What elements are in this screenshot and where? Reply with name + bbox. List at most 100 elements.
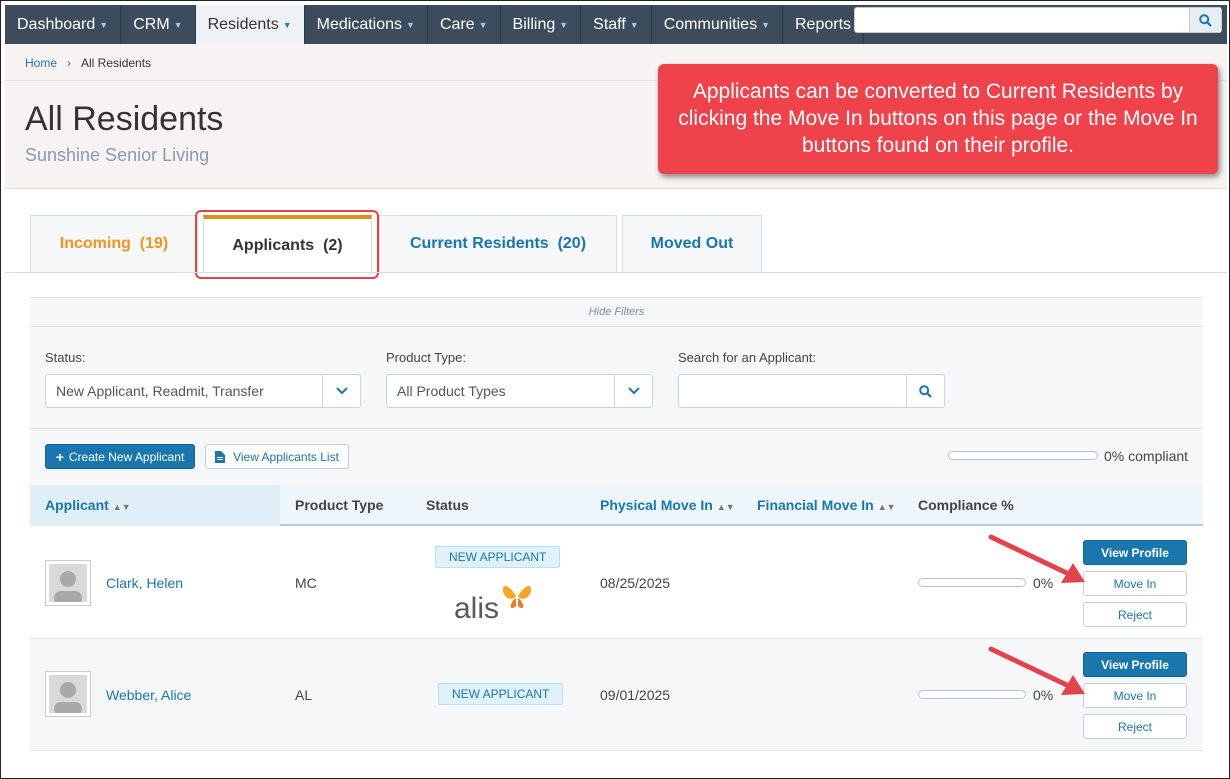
tab-current-residents-label: Current Residents <box>409 235 549 252</box>
annotation-arrow <box>988 646 1085 695</box>
nav-communities[interactable]: Communities ▼ <box>652 5 783 44</box>
nav-dashboard-label: Dashboard <box>17 15 96 33</box>
applicant-search-input[interactable] <box>689 375 904 407</box>
chevron-down-icon: ▼ <box>173 19 183 30</box>
nav-staff[interactable]: Staff ▼ <box>581 5 652 44</box>
search-button[interactable] <box>1189 8 1221 32</box>
tab-incoming-count: (19) <box>139 235 169 252</box>
filters-divider <box>30 428 1203 429</box>
column-physical-move-in[interactable]: Physical Move In ▲▼ <box>600 485 735 528</box>
sort-icon: ▲▼ <box>877 502 896 512</box>
page-title: All Residents <box>25 100 224 138</box>
community-name: Sunshine Senior Living <box>25 145 210 165</box>
applicant-search-label: Search for an Applicant: <box>678 350 817 365</box>
product-type-filter-label: Product Type: <box>386 350 466 365</box>
nav-medications-label: Medications <box>316 15 403 33</box>
sort-icon: ▲▼ <box>716 502 735 512</box>
applicant-name-link[interactable]: Webber, Alice <box>106 687 191 703</box>
plus-icon: + <box>55 448 64 465</box>
nav-reports-label: Reports <box>794 15 852 33</box>
applicant-search-field <box>678 374 945 408</box>
alis-logo-text: alis <box>454 592 499 624</box>
create-new-applicant-label: Create New Applicant <box>68 449 185 464</box>
tabs-divider <box>5 272 1227 273</box>
product-type-filter-select[interactable]: All Product Types <box>386 374 653 408</box>
chevron-down-icon <box>614 375 652 407</box>
filters-panel: Hide Filters Status: New Applicant, Read… <box>30 297 1203 485</box>
chevron-down-icon: ▼ <box>559 19 569 30</box>
nav-residents-label: Residents <box>207 15 279 33</box>
nav-reports[interactable]: Reports <box>783 5 865 44</box>
chevron-down-icon: ▼ <box>629 19 639 30</box>
column-physical-move-in-label: Physical Move In <box>600 497 713 513</box>
search-icon <box>919 384 932 398</box>
status-filter-label: Status: <box>45 350 86 365</box>
annotation-arrow <box>988 534 1085 583</box>
global-search-input[interactable] <box>855 8 1189 32</box>
applicant-search-button[interactable] <box>906 375 944 407</box>
nav-staff-label: Staff <box>593 15 626 33</box>
breadcrumb-current: All Residents <box>81 56 152 70</box>
table-header: Applicant ▲▼ Product Type Status Physical… <box>30 485 1203 526</box>
person-icon <box>54 571 82 602</box>
status-badge: NEW APPLICANT <box>435 546 561 568</box>
tab-incoming-label: Incoming <box>59 235 131 252</box>
view-applicants-list-label: View Applicants List <box>233 449 339 464</box>
reject-button[interactable]: Reject <box>1083 714 1187 739</box>
create-new-applicant-button[interactable]: + Create New Applicant <box>45 444 195 469</box>
chevron-down-icon: ▼ <box>406 19 415 30</box>
annotation-callout: Applicants can be converted to Current R… <box>658 64 1218 174</box>
chevron-down-icon: ▼ <box>282 19 292 30</box>
breadcrumb-home[interactable]: Home <box>25 56 57 70</box>
chevron-down-icon: ▼ <box>99 19 109 30</box>
product-type-cell: MC <box>295 575 317 591</box>
chevron-down-icon: ▼ <box>761 19 770 30</box>
tab-current-residents-count: (20) <box>557 235 587 252</box>
global-search <box>854 7 1222 33</box>
person-icon <box>54 682 82 713</box>
overall-compliance-bar <box>948 451 1098 460</box>
nav-billing-label: Billing <box>512 15 556 33</box>
chevron-down-icon: ▼ <box>478 19 488 30</box>
alis-logo: alis <box>454 585 532 624</box>
annotation-highlight-box <box>195 210 379 279</box>
reject-button[interactable]: Reject <box>1083 602 1187 627</box>
avatar <box>45 560 91 606</box>
physical-move-in-cell: 09/01/2025 <box>600 687 671 703</box>
product-type-cell: AL <box>295 687 313 703</box>
tab-current-residents[interactable]: Current Residents (20) <box>379 215 617 272</box>
column-compliance: Compliance % <box>918 497 1014 513</box>
product-type-filter-value: All Product Types <box>397 383 506 399</box>
column-financial-move-in[interactable]: Financial Move In ▲▼ <box>757 485 896 528</box>
document-icon <box>215 450 226 463</box>
overall-compliance-text: 0% compliant <box>1104 448 1189 464</box>
status-filter-select[interactable]: New Applicant, Readmit, Transfer <box>45 374 361 408</box>
tab-moved-out[interactable]: Moved Out <box>622 215 762 272</box>
chevron-right-icon: › <box>67 56 72 70</box>
nav-medications[interactable]: Medications ▼ <box>305 5 428 44</box>
avatar <box>45 671 91 717</box>
column-status: Status <box>426 497 469 513</box>
nav-billing[interactable]: Billing ▼ <box>501 5 582 44</box>
search-icon <box>1199 13 1212 27</box>
nav-communities-label: Communities <box>663 15 758 33</box>
physical-move-in-cell: 08/25/2025 <box>600 575 671 591</box>
nav-care-label: Care <box>439 15 475 33</box>
column-product-type: Product Type <box>295 497 384 513</box>
status-badge: NEW APPLICANT <box>438 683 564 705</box>
nav-care[interactable]: Care ▼ <box>428 5 501 44</box>
column-applicant[interactable]: Applicant ▲▼ <box>45 485 131 528</box>
nav-dashboard[interactable]: Dashboard ▼ <box>5 5 122 44</box>
sort-icon: ▲▼ <box>112 502 131 512</box>
hide-filters-toggle[interactable]: Hide Filters <box>30 298 1203 327</box>
chevron-down-icon <box>322 375 360 407</box>
breadcrumb: Home › All Residents <box>25 56 151 70</box>
nav-residents[interactable]: Residents ▼ <box>195 5 305 44</box>
tab-moved-out-label: Moved Out <box>650 235 734 252</box>
applicant-name-link[interactable]: Clark, Helen <box>106 575 183 591</box>
view-applicants-list-button[interactable]: View Applicants List <box>205 444 349 469</box>
nav-crm[interactable]: CRM ▼ <box>121 5 196 44</box>
tab-incoming[interactable]: Incoming (19) <box>30 215 198 272</box>
nav-crm-label: CRM <box>133 15 170 33</box>
status-filter-value: New Applicant, Readmit, Transfer <box>56 383 264 399</box>
